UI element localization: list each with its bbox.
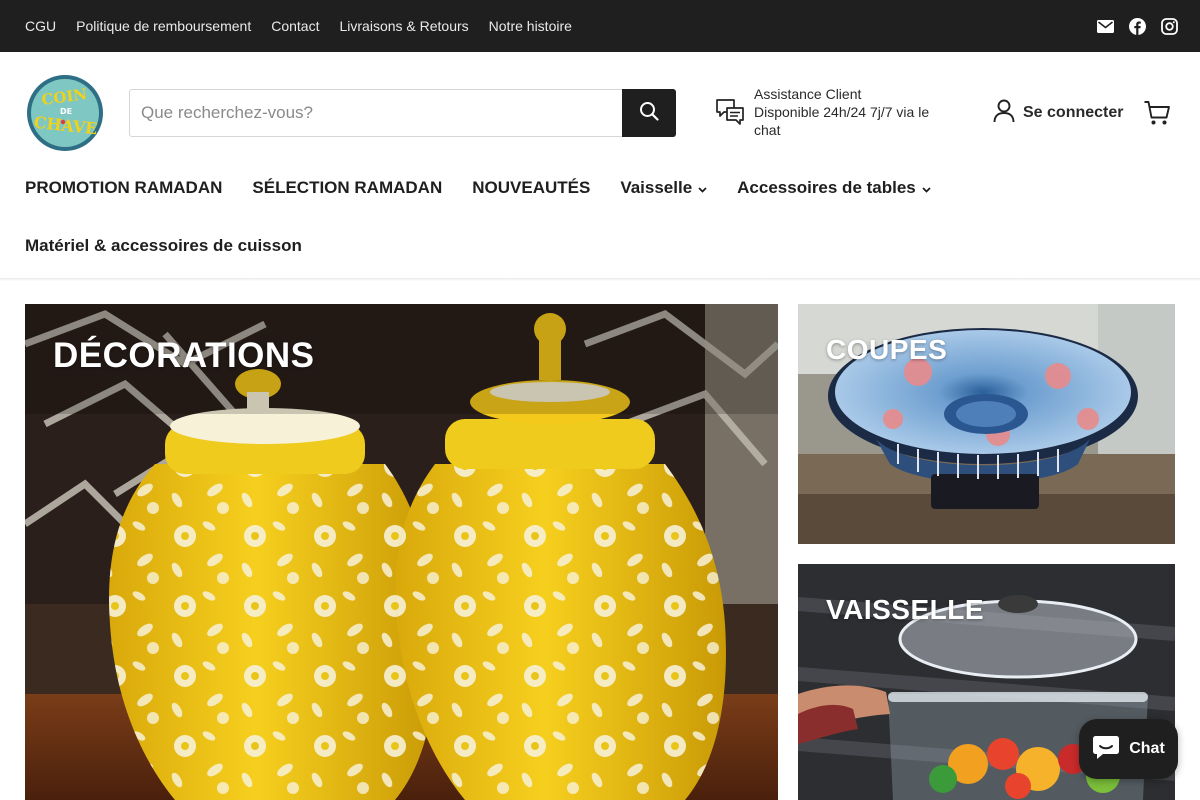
nav-item-vaisselle[interactable]: Vaisselle (620, 178, 707, 198)
search-icon (639, 101, 659, 126)
support-text: Assistance Client Disponible 24h/24 7j/7… (754, 85, 954, 139)
chat-widget-button[interactable]: Chat (1079, 719, 1178, 779)
nav-label: Accessoires de tables (737, 178, 916, 197)
nav-item-nouveautes[interactable]: NOUVEAUTÉS (472, 178, 590, 198)
social-links (1096, 0, 1178, 52)
store-logo[interactable]: COIN DE CHAVE (26, 74, 104, 152)
chat-label: Chat (1129, 740, 1165, 757)
link-our-story[interactable]: Notre histoire (489, 18, 572, 34)
header-divider (0, 278, 1200, 281)
nav-label: NOUVEAUTÉS (472, 178, 591, 197)
nav-label: Vaisselle (620, 178, 693, 197)
top-bar: CGU Politique de remboursement Contact L… (0, 0, 1200, 52)
cart-button[interactable] (1143, 99, 1171, 132)
shopping-cart-icon (1143, 101, 1171, 131)
chevron-down-icon (922, 178, 931, 198)
collection-tile-decorations[interactable]: DÉCORATIONS (25, 304, 778, 800)
login-link[interactable]: Se connecter (993, 99, 1123, 127)
tile-title-coupes: COUPES (826, 334, 948, 365)
chevron-down-icon (698, 178, 707, 198)
nav-item-promotion-ramadan[interactable]: PROMOTION RAMADAN (25, 178, 222, 198)
instagram-icon[interactable] (1160, 17, 1178, 35)
facebook-icon[interactable] (1128, 17, 1146, 35)
search-button[interactable] (622, 89, 676, 137)
nav-label: PROMOTION RAMADAN (25, 178, 223, 197)
nav-item-materiel-cuisson[interactable]: Matériel & accessoires de cuisson (25, 236, 302, 256)
nav-label: Matériel & accessoires de cuisson (25, 236, 302, 255)
email-icon[interactable] (1096, 17, 1114, 35)
user-icon (993, 99, 1015, 128)
decorations-image (25, 304, 778, 800)
top-links: CGU Politique de remboursement Contact L… (25, 0, 572, 52)
main-nav-row-2: Matériel & accessoires de cuisson (25, 236, 302, 256)
support-title: Assistance Client (754, 86, 862, 102)
link-cgu[interactable]: CGU (25, 18, 56, 34)
main-nav: PROMOTION RAMADAN SÉLECTION RAMADAN NOUV… (25, 178, 931, 198)
link-shipping-returns[interactable]: Livraisons & Retours (339, 18, 468, 34)
tile-title-decorations: DÉCORATIONS (53, 336, 315, 375)
link-refund-policy[interactable]: Politique de remboursement (76, 18, 251, 34)
nav-item-selection-ramadan[interactable]: SÉLECTION RAMADAN (252, 178, 442, 198)
nav-item-accessoires-de-tables[interactable]: Accessoires de tables (737, 178, 931, 198)
search-bar (129, 89, 676, 137)
link-contact[interactable]: Contact (271, 18, 319, 34)
search-input[interactable] (130, 90, 623, 136)
nav-label: SÉLECTION RAMADAN (252, 178, 443, 197)
collection-tile-coupes[interactable]: COUPES (798, 304, 1175, 544)
chat-bubble-icon (1092, 734, 1120, 765)
customer-support: Assistance Client Disponible 24h/24 7j/7… (715, 85, 955, 141)
login-label: Se connecter (1023, 104, 1124, 121)
chat-bubbles-icon (715, 97, 745, 132)
tile-title-vaisselle: VAISSELLE (826, 594, 985, 625)
support-availability: Disponible 24h/24 7j/7 via le chat (754, 104, 930, 138)
